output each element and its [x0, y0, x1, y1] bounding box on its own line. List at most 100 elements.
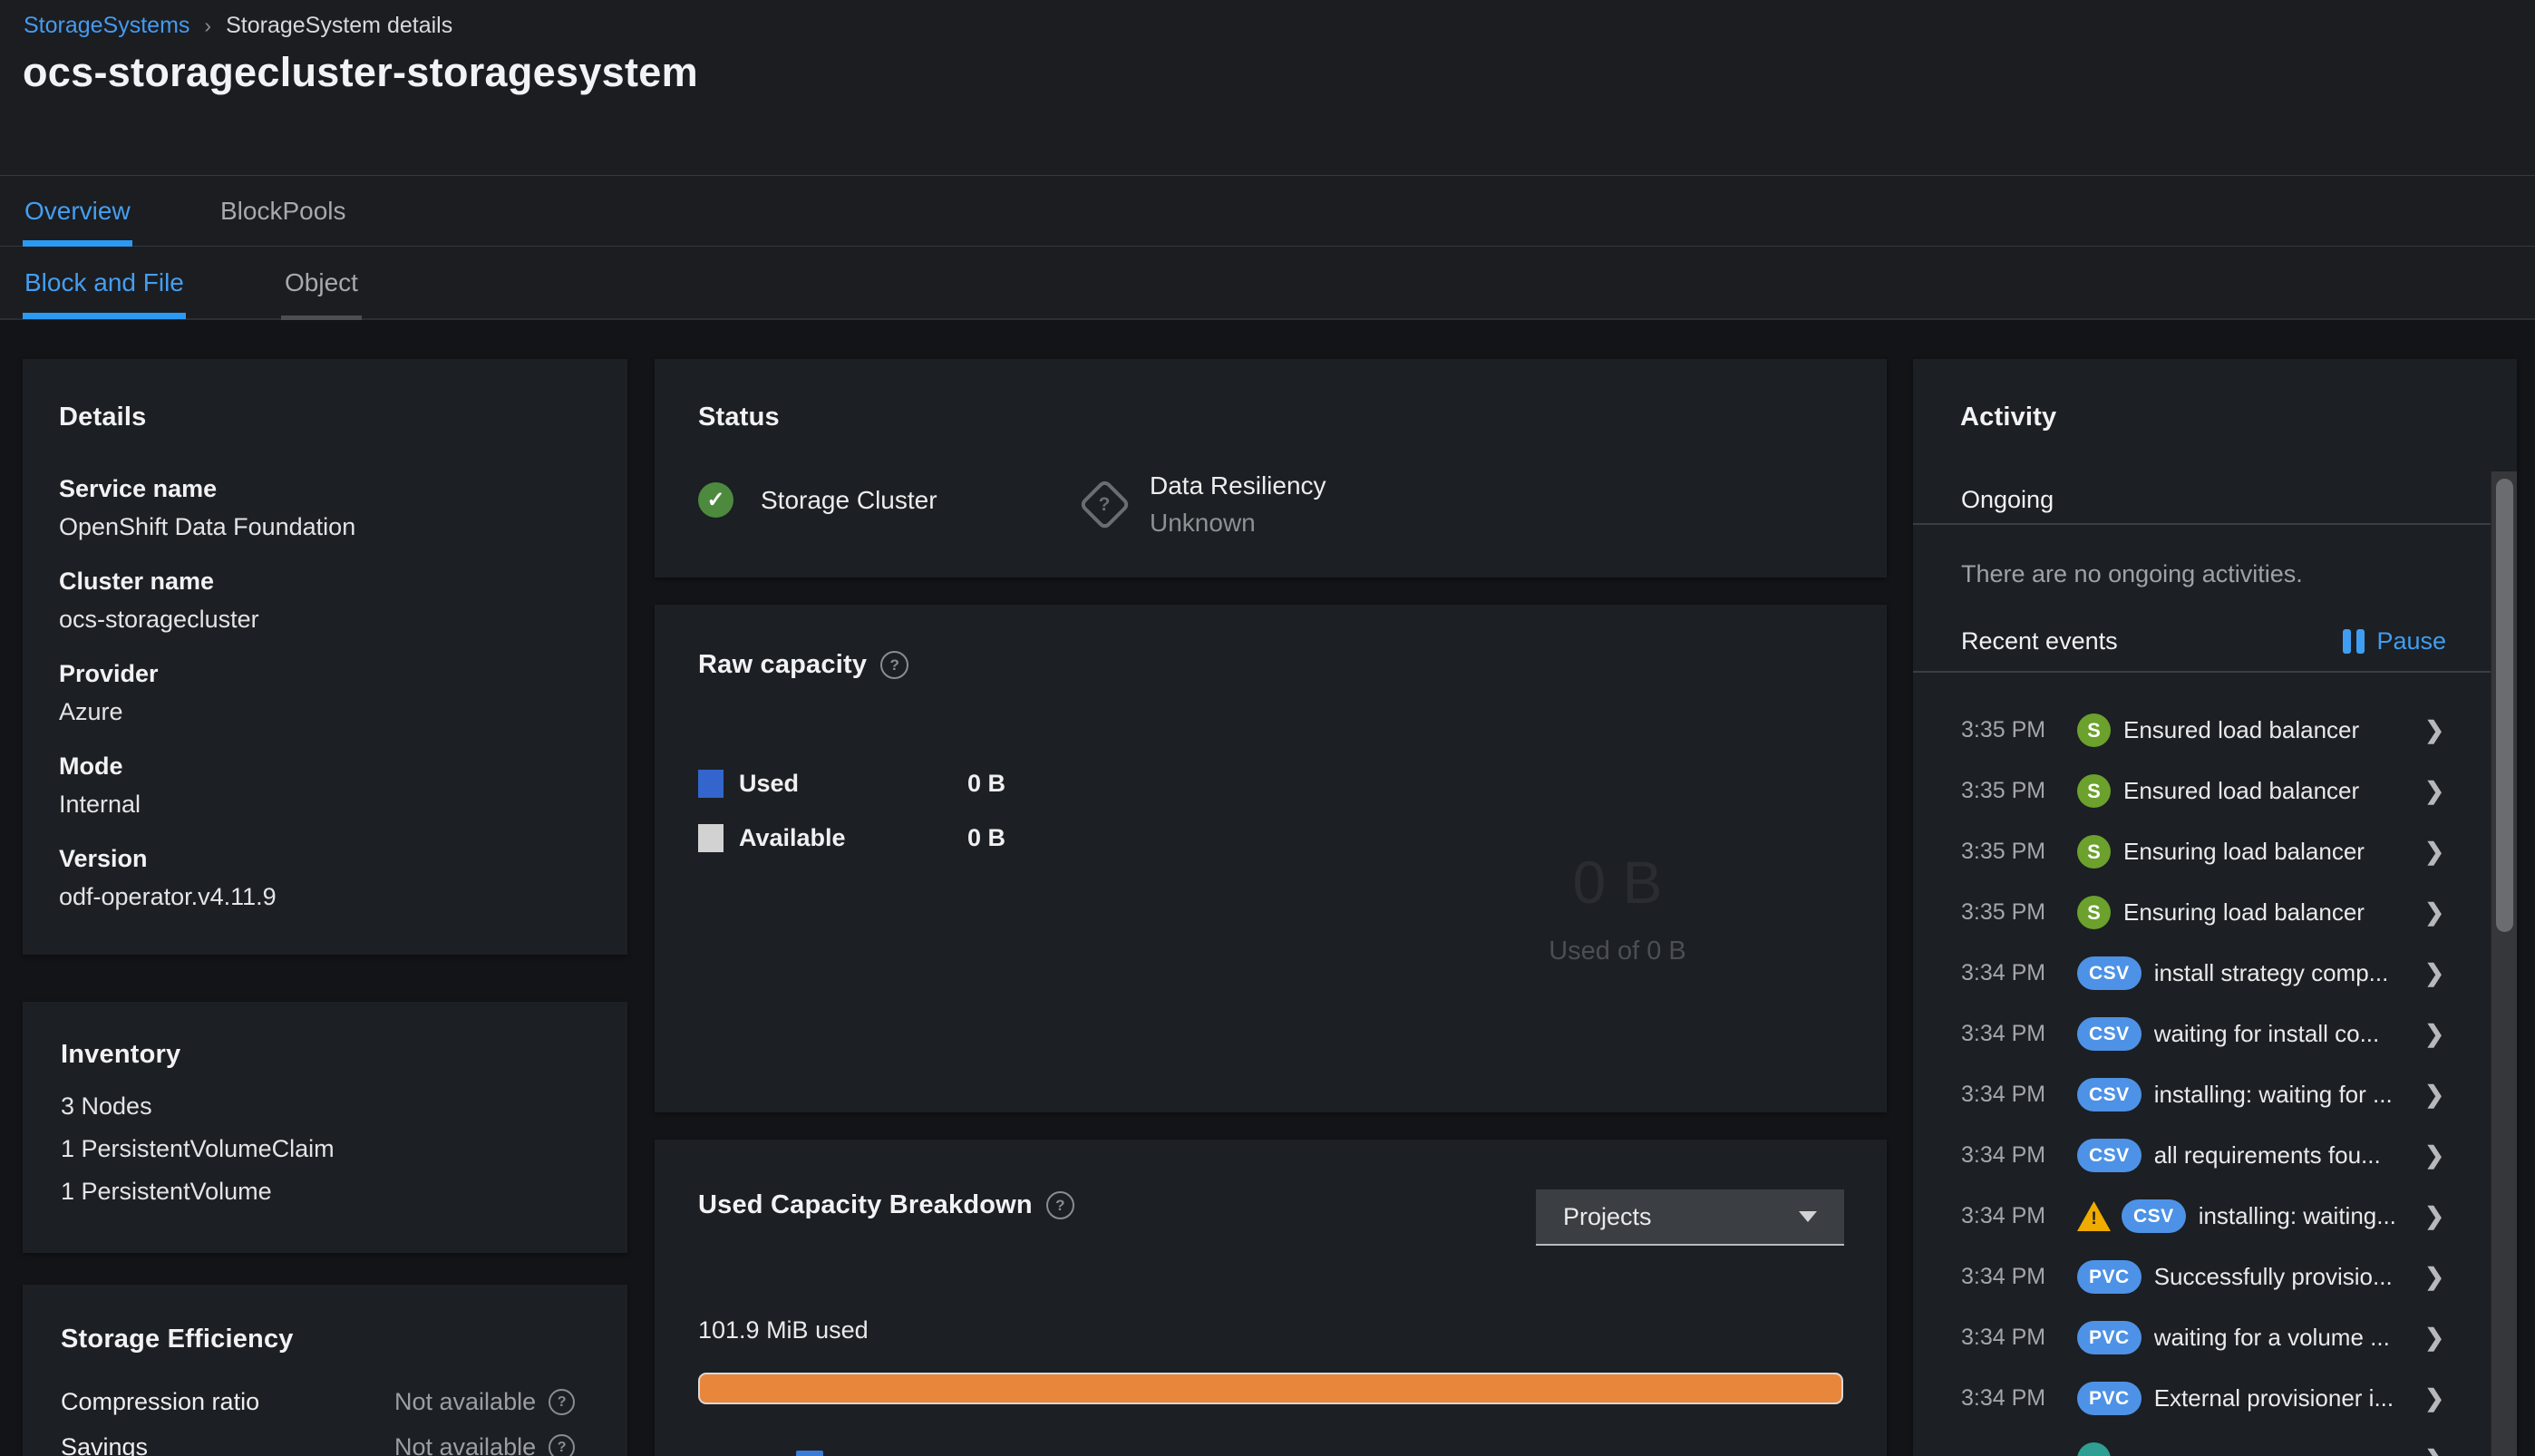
status-card-title: Status [698, 403, 780, 432]
help-icon[interactable]: ? [549, 1389, 576, 1415]
event-row[interactable]: 3:35 PM S Ensuring load balancer ❯ [1913, 882, 2517, 943]
inventory-item: 1 PersistentVolumeClaim [61, 1135, 335, 1162]
csv-badge-icon: CSV [2077, 956, 2142, 990]
help-icon[interactable]: ? [1045, 1191, 1074, 1219]
tab-blockpools[interactable]: BlockPools [220, 176, 346, 246]
chevron-right-icon[interactable]: ❯ [2424, 838, 2444, 866]
help-icon[interactable]: ? [549, 1434, 576, 1456]
event-time: 3:34 PM [1961, 960, 2046, 985]
event-time: 3:35 PM [1961, 717, 2046, 743]
ongoing-section-label: Ongoing [1961, 486, 2054, 513]
storage-efficiency-rows: Compression ratio Not available? Savings No… [61, 1388, 595, 1456]
chevron-right-icon[interactable]: ❯ [2424, 1141, 2444, 1170]
pvc-badge-icon: PVC [2077, 1382, 2142, 1415]
capacity-legend-row: Used 0 B [698, 768, 1005, 799]
chevron-right-icon[interactable]: ❯ [2424, 1445, 2444, 1456]
data-resiliency-status-label: Data Resiliency [1150, 471, 1326, 500]
chevron-right-icon[interactable]: ❯ [2424, 1324, 2444, 1352]
event-message: waiting for a volume ... [2153, 1324, 2390, 1351]
details-item-label: Mode [59, 752, 123, 780]
activity-scrollbar-thumb[interactable] [2496, 479, 2513, 932]
chevron-right-icon[interactable]: ❯ [2424, 959, 2444, 987]
legend-value: 0 B [967, 769, 1006, 797]
pause-button-label: Pause [2376, 627, 2446, 655]
capacity-breakdown-bar [698, 1373, 1843, 1404]
divider [1913, 671, 2491, 673]
warning-mark: ! [2091, 1209, 2097, 1228]
help-icon[interactable]: ? [880, 651, 909, 679]
chevron-right-icon[interactable]: ❯ [2424, 1202, 2444, 1230]
chevron-right-icon[interactable]: ❯ [2424, 1263, 2444, 1291]
event-row[interactable]: 3:34 PM CSV installing: waiting for ... ❯ [1913, 1064, 2517, 1125]
legend-swatch [698, 769, 724, 798]
event-row[interactable]: 3:34 PM CSV install strategy comp... ❯ [1913, 943, 2517, 1004]
event-row[interactable]: 3:34 PM PVC waiting for a volume ... ❯ [1913, 1307, 2517, 1368]
resource-badge-icon [2077, 1442, 2111, 1456]
event-row[interactable]: 3:35 PM S Ensuring load balancer ❯ [1913, 821, 2517, 882]
breakdown-by-dropdown[interactable]: Projects [1536, 1189, 1844, 1246]
event-message: Ensured load balancer [2123, 716, 2360, 743]
event-message: install strategy comp... [2153, 959, 2389, 986]
event-row[interactable]: 3:34 PM CSV waiting for install co... ❯ [1913, 1004, 2517, 1064]
page-title: ocs-storagecluster-storagesystem [23, 49, 698, 95]
event-row[interactable]: 3:35 PM S Ensured load balancer ❯ [1913, 761, 2517, 821]
breadcrumb: StorageSystems › StorageSystem details [24, 13, 452, 39]
event-row[interactable]: 3:34 PM PVC External provisioner i... ❯ [1913, 1368, 2517, 1429]
tab-block-and-file[interactable]: Block and File [23, 247, 186, 319]
event-row[interactable]: 3:35 PM S Ensured load balancer ❯ [1913, 700, 2517, 761]
event-message: installing: waiting... [2198, 1202, 2396, 1229]
details-item: Cluster name ocs-storagecluster [59, 568, 600, 634]
event-time: 3:34 PM [1961, 1203, 2046, 1228]
pause-events-button[interactable]: Pause [2343, 627, 2446, 655]
unknown-question-icon: ? [1078, 478, 1131, 531]
pvc-badge-icon: PVC [2077, 1321, 2142, 1354]
capacity-donut-center: 0 B Used of 0 B [1436, 848, 1799, 966]
csv-badge-icon: CSV [2077, 1017, 2142, 1051]
tab-object[interactable]: Object [281, 247, 362, 320]
chevron-right-icon[interactable]: ❯ [2424, 898, 2444, 927]
event-time: 3:34 PM [1961, 1264, 2046, 1289]
chevron-right-icon[interactable]: ❯ [2424, 716, 2444, 744]
efficiency-metric-value: Not available [394, 1388, 537, 1415]
event-message: Successfully provisio... [2153, 1263, 2393, 1290]
details-item: Mode Internal [59, 752, 600, 819]
event-row[interactable]: 3:34 PM! CSV installing: waiting... ❯ [1913, 1186, 2517, 1247]
event-message: Ensured load balancer [2123, 777, 2360, 804]
chevron-right-icon[interactable]: ❯ [2424, 1081, 2444, 1109]
event-time: 3:35 PM [1961, 899, 2046, 925]
tab-overview[interactable]: Overview [23, 176, 132, 247]
inventory-card: Inventory 3 Nodes 1 PersistentVolumeClaim… [23, 1002, 627, 1253]
status-card: Status ✓ Storage Cluster ? Data Resilien… [655, 359, 1887, 578]
breadcrumb-link-storagesystems[interactable]: StorageSystems [24, 13, 189, 39]
capacity-legend-row: Available 0 B [698, 822, 1005, 853]
recent-events-header: Recent events Pause [1961, 627, 2446, 655]
details-item-value-link[interactable]: OpenShift Data Foundation [59, 513, 600, 541]
storage-efficiency-card-title: Storage Efficiency [61, 1325, 294, 1354]
chevron-right-icon[interactable]: ❯ [2424, 777, 2444, 805]
event-time: 3:35 PM [1961, 839, 2046, 864]
breakdown-dropdown-value: Projects [1563, 1202, 1652, 1230]
details-list: Service name OpenShift Data Foundation Clu… [59, 475, 600, 937]
used-capacity-breakdown-card: Used Capacity Breakdown ? Projects 101.9… [655, 1140, 1887, 1456]
event-row[interactable]: 3:34 PM CSV all requirements fou... ❯ [1913, 1125, 2517, 1186]
breadcrumb-current: StorageSystem details [226, 13, 453, 38]
event-row[interactable]: ❯ [1913, 1429, 2517, 1456]
inventory-item-link[interactable]: 3 Nodes [61, 1092, 600, 1121]
event-row[interactable]: 3:34 PM PVC Successfully provisio... ❯ [1913, 1247, 2517, 1307]
primary-tab-bar: Overview BlockPools [0, 176, 2535, 247]
pvc-badge-icon: PVC [2077, 1260, 2142, 1294]
chevron-right-icon[interactable]: ❯ [2424, 1384, 2444, 1412]
used-capacity-breakdown-title: Used Capacity Breakdown [698, 1190, 1033, 1219]
details-item-label: Version [59, 845, 148, 872]
event-time: 3:35 PM [1961, 778, 2046, 803]
inventory-list: 3 Nodes 1 PersistentVolumeClaim 1 Persiste… [61, 1092, 600, 1220]
secondary-tab-bar: Block and File Object [0, 247, 2535, 320]
details-item: Provider Azure [59, 660, 600, 726]
efficiency-metric-label: Savings [61, 1433, 149, 1456]
storagesystem-details-page: StorageSystems › StorageSystem details o… [0, 0, 2535, 1456]
details-item-value: Azure [59, 698, 123, 725]
raw-capacity-card: Raw capacity ? Used 0 B Available 0 B 0 B U… [655, 605, 1887, 1112]
legend-label: Available [739, 823, 846, 851]
chevron-right-icon[interactable]: ❯ [2424, 1020, 2444, 1048]
details-item-value: odf-operator.v4.11.9 [59, 883, 277, 910]
